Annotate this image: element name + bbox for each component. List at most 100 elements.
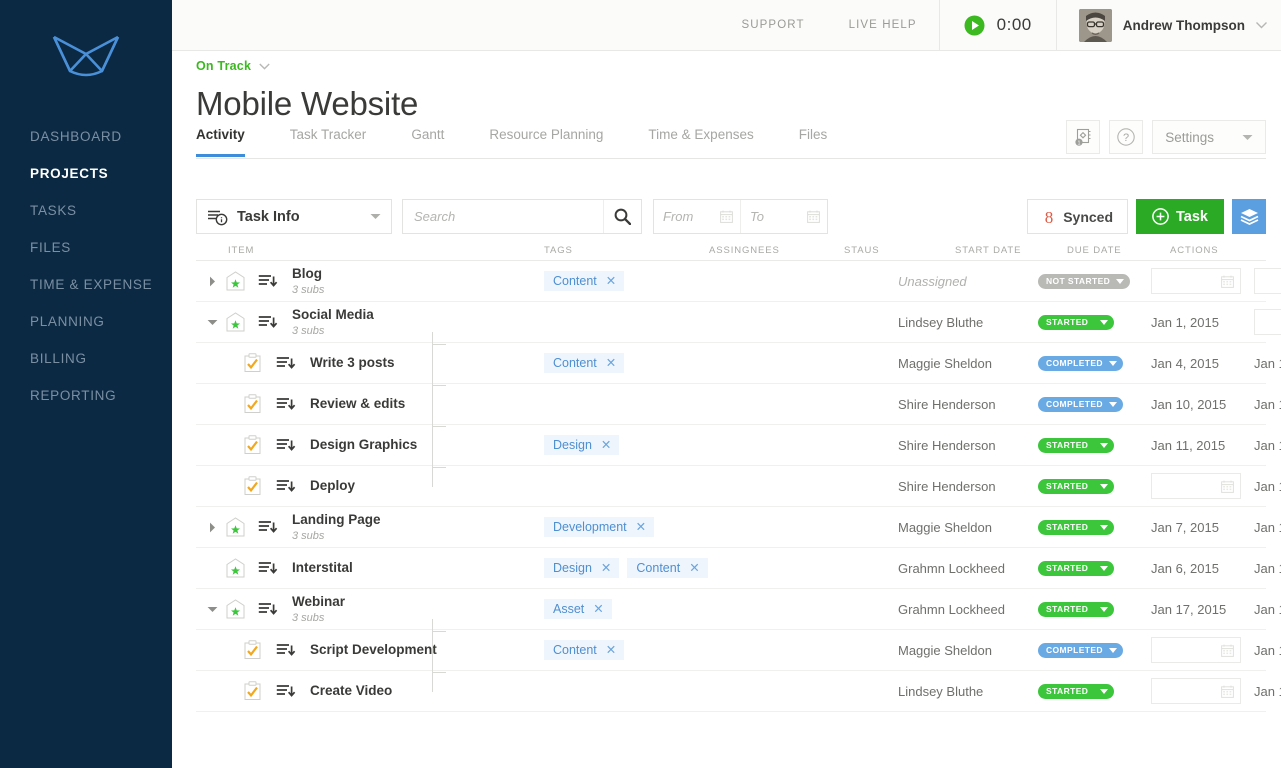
sort-list-icon[interactable]: [276, 396, 296, 413]
row-start-date[interactable]: Jan 11, 2015: [1151, 425, 1225, 465]
row-assignee[interactable]: Maggie Sheldon: [898, 630, 992, 670]
row-sort-icon[interactable]: [276, 466, 296, 506]
row-start-date[interactable]: [1151, 466, 1241, 506]
row-expand-toggle[interactable]: [204, 302, 220, 342]
tab-time-expenses[interactable]: Time & Expenses: [648, 122, 753, 157]
sidebar-item-tasks[interactable]: TASKS: [0, 192, 172, 229]
sidebar-item-planning[interactable]: PLANNING: [0, 303, 172, 340]
row-type-icon[interactable]: [244, 671, 261, 711]
table-row[interactable]: Social Media 3 subs Lindsey Bluthe STARTED J…: [196, 302, 1281, 343]
row-name-cell[interactable]: Design Graphics: [310, 425, 417, 465]
support-link[interactable]: SUPPORT: [719, 19, 826, 31]
row-assignee[interactable]: Shire Henderson: [898, 425, 996, 465]
sort-list-icon[interactable]: [276, 478, 296, 495]
row-start-date[interactable]: [1151, 630, 1241, 670]
tab-files[interactable]: Files: [799, 122, 828, 157]
tag-chip[interactable]: Design ✕: [544, 435, 620, 455]
sort-list-icon[interactable]: [258, 601, 278, 618]
row-assignee[interactable]: Maggie Sheldon: [898, 507, 992, 547]
status-badge[interactable]: COMPLETED: [1038, 355, 1123, 371]
status-badge[interactable]: STARTED: [1038, 314, 1114, 330]
row-start-date[interactable]: Jan 10, 2015: [1151, 384, 1226, 424]
row-assignee[interactable]: Grahmn Lockheed: [898, 548, 1005, 588]
from-date-field[interactable]: [654, 200, 740, 233]
row-name-cell[interactable]: Script Development: [310, 630, 437, 670]
start-date-picker[interactable]: [1151, 637, 1241, 663]
row-due-date[interactable]: Jan 16, 2015: [1254, 589, 1281, 629]
row-start-date[interactable]: Jan 17, 2015: [1151, 589, 1226, 629]
synced-button[interactable]: 8 Synced: [1027, 199, 1129, 234]
row-due-date[interactable]: [1254, 261, 1281, 301]
settings-dropdown[interactable]: Settings: [1152, 120, 1266, 154]
row-due-date[interactable]: [1254, 302, 1281, 342]
row-due-date[interactable]: Jan 1, 2015: [1254, 343, 1281, 383]
sidebar-item-projects[interactable]: PROJECTS: [0, 155, 172, 192]
row-assignee[interactable]: Grahmn Lockheed: [898, 589, 1005, 629]
sort-list-icon[interactable]: [258, 519, 278, 536]
row-type-icon[interactable]: [226, 302, 245, 342]
tag-chip[interactable]: Content ✕: [544, 271, 625, 291]
row-due-date[interactable]: Jan 16, 2015: [1254, 671, 1281, 711]
tag-chip[interactable]: Content ✕: [544, 353, 625, 373]
row-start-date[interactable]: Jan 4, 2015: [1151, 343, 1219, 383]
chevron-down-icon[interactable]: [207, 319, 218, 326]
tab-gantt[interactable]: Gantt: [411, 122, 444, 157]
row-due-date[interactable]: Jan 10, 2015: [1254, 630, 1281, 670]
start-date-picker[interactable]: [1151, 473, 1241, 499]
table-row[interactable]: Landing Page 3 subs Development ✕ Maggie She…: [196, 507, 1281, 548]
tag-remove-icon[interactable]: ✕: [606, 644, 616, 657]
sidebar-item-billing[interactable]: BILLING: [0, 340, 172, 377]
row-name-cell[interactable]: Deploy: [310, 466, 355, 506]
row-due-date[interactable]: Jan 15 2015: [1254, 548, 1281, 588]
sidebar-item-files[interactable]: FILES: [0, 229, 172, 266]
status-badge[interactable]: STARTED: [1038, 683, 1114, 699]
row-type-icon[interactable]: [244, 384, 261, 424]
chevron-down-icon[interactable]: [207, 606, 218, 613]
add-task-button[interactable]: Task: [1136, 199, 1224, 234]
timer-widget[interactable]: 0:00: [938, 0, 1056, 51]
table-row[interactable]: Script Development Content ✕ Maggie Sheldon…: [196, 630, 1281, 671]
tag-remove-icon[interactable]: ✕: [606, 357, 616, 370]
to-date-field[interactable]: [740, 200, 827, 233]
sort-list-icon[interactable]: [276, 683, 296, 700]
row-sort-icon[interactable]: [276, 671, 296, 711]
table-row[interactable]: Deploy Shire Henderson STARTED Jan 15, 2015: [196, 466, 1281, 507]
chevron-down-icon[interactable]: [259, 62, 270, 70]
row-name-cell[interactable]: Webinar 3 subs: [292, 589, 345, 629]
row-sort-icon[interactable]: [258, 548, 278, 588]
row-type-icon[interactable]: [244, 343, 261, 383]
row-sort-icon[interactable]: [276, 384, 296, 424]
row-type-icon[interactable]: [244, 466, 261, 506]
row-type-icon[interactable]: [226, 507, 245, 547]
tag-chip[interactable]: Content ✕: [627, 558, 708, 578]
row-type-icon[interactable]: [244, 425, 261, 465]
table-row[interactable]: Write 3 posts Content ✕ Maggie Sheldon COMPL…: [196, 343, 1281, 384]
table-row[interactable]: Create Video Lindsey Bluthe STARTED Jan 16,…: [196, 671, 1281, 712]
status-badge[interactable]: STARTED: [1038, 601, 1114, 617]
row-expand-toggle[interactable]: [204, 507, 220, 547]
layers-button[interactable]: [1232, 199, 1266, 234]
tag-remove-icon[interactable]: ✕: [606, 275, 616, 288]
row-type-icon[interactable]: [226, 261, 245, 301]
row-due-date[interactable]: Jan 1, 2015: [1254, 384, 1281, 424]
tag-chip[interactable]: Development ✕: [544, 517, 655, 537]
sort-list-icon[interactable]: [258, 273, 278, 290]
row-assignee[interactable]: Shire Henderson: [898, 384, 996, 424]
row-name-cell[interactable]: Social Media 3 subs: [292, 302, 374, 342]
chevron-down-icon[interactable]: [1256, 21, 1267, 29]
row-type-icon[interactable]: [226, 548, 245, 588]
status-badge[interactable]: STARTED: [1038, 478, 1114, 494]
row-type-icon[interactable]: [244, 630, 261, 670]
user-menu[interactable]: Andrew Thompson: [1055, 0, 1281, 51]
sidebar-item-dashboard[interactable]: DASHBOARD: [0, 118, 172, 155]
row-due-date[interactable]: Jan 15, 2015: [1254, 466, 1281, 506]
search-button[interactable]: [603, 200, 641, 233]
row-name-cell[interactable]: Blog 3 subs: [292, 261, 324, 301]
table-row[interactable]: Design Graphics Design ✕ Shire Henderson STA…: [196, 425, 1281, 466]
row-type-icon[interactable]: [226, 589, 245, 629]
tag-remove-icon[interactable]: ✕: [593, 603, 603, 616]
row-start-date[interactable]: [1151, 261, 1241, 301]
row-sort-icon[interactable]: [258, 261, 278, 301]
row-sort-icon[interactable]: [258, 302, 278, 342]
row-assignee[interactable]: Shire Henderson: [898, 466, 996, 506]
